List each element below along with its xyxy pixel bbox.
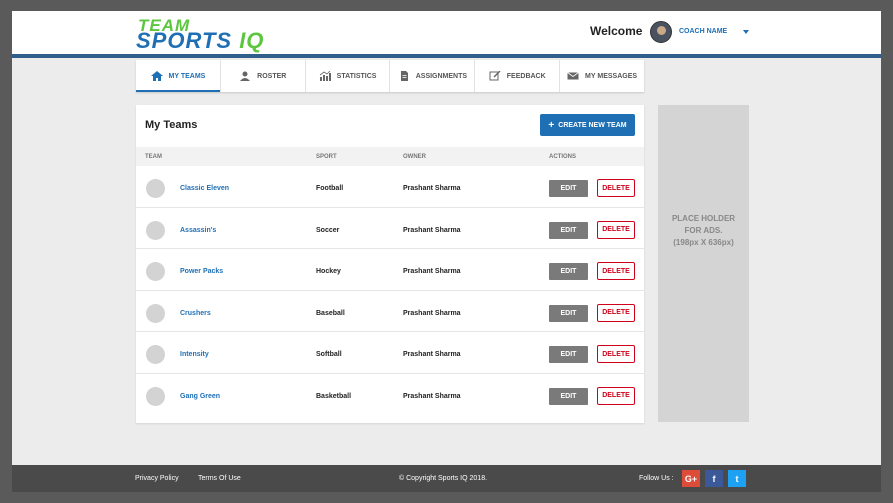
tab-label: MY TEAMS — [168, 72, 206, 80]
main-nav: MY TEAMS ROSTER STATISTICS ASSIGNMENTS F… — [136, 60, 644, 92]
chart-icon — [319, 71, 331, 81]
team-sport: Hockey — [316, 268, 341, 276]
team-sport: Football — [316, 185, 344, 192]
user-name[interactable]: COACH NAME — [679, 28, 727, 35]
table-row: Gang Green Basketball Prashant Sharma ED… — [136, 374, 644, 416]
logo-sports: SPORTS — [136, 28, 233, 53]
tab-my-messages[interactable]: MY MESSAGES — [560, 60, 644, 92]
header-divider — [12, 54, 881, 58]
ad-line-2: FOR ADS. — [684, 226, 723, 235]
twitter-icon[interactable]: t — [728, 470, 746, 487]
plus-icon: + — [548, 119, 555, 131]
delete-button[interactable]: DELETE — [597, 345, 635, 364]
team-name-link[interactable]: Gang Green — [180, 393, 220, 400]
envelope-icon — [567, 72, 579, 80]
delete-button[interactable]: DELETE — [597, 303, 635, 322]
team-owner: Prashant Sharma — [403, 309, 461, 317]
create-team-button[interactable]: + CREATE NEW TEAM — [540, 114, 635, 136]
logo-sports-iq: SPORTS IQ — [136, 30, 264, 52]
team-sport: Basketball — [316, 392, 352, 400]
table-row: Intensity Softball Prashant Sharma EDIT … — [136, 332, 644, 374]
column-team: TEAM — [145, 154, 162, 160]
team-name-link[interactable]: Classic Eleven — [180, 185, 229, 192]
table-row: Classic Eleven Football Prashant Sharma … — [136, 166, 644, 208]
welcome-text: Welcome — [590, 24, 643, 38]
team-avatar — [146, 179, 165, 198]
follow-us-label: Follow Us : — [639, 475, 674, 482]
team-owner: Prashant Sharma — [403, 268, 461, 276]
page-title: My Teams — [145, 119, 198, 131]
team-avatar — [146, 220, 165, 240]
team-owner: Prashant Sharma — [403, 226, 461, 234]
terms-of-use-link[interactable]: Terms Of Use — [198, 475, 241, 482]
document-icon — [400, 71, 408, 81]
table-header: TEAM SPORT OWNER ACTIONS — [136, 147, 644, 166]
tab-label: STATISTICS — [336, 72, 377, 80]
tab-label: ASSIGNMENTS — [415, 72, 468, 80]
delete-button[interactable]: DELETE — [597, 179, 635, 197]
team-avatar — [146, 345, 165, 365]
team-sport: Soccer — [316, 226, 340, 234]
team-name-link[interactable]: Assassin's — [180, 227, 216, 234]
column-sport: SPORT — [316, 154, 337, 160]
chevron-down-icon[interactable] — [743, 30, 749, 34]
home-icon — [150, 71, 163, 81]
team-owner: Prashant Sharma — [403, 185, 461, 192]
team-avatar — [146, 262, 165, 282]
team-name-link[interactable]: Power Packs — [180, 268, 223, 275]
tab-label: MY MESSAGES — [585, 72, 638, 80]
table-row: Assassin's Soccer Prashant Sharma EDIT D… — [136, 208, 644, 250]
app-frame: TEAM SPORTS IQ Welcome COACH NAME MY TEA… — [12, 11, 881, 492]
ad-line-3: (198px X 636px) — [673, 238, 734, 247]
tab-label: FEEDBACK — [506, 72, 546, 80]
ad-placeholder: PLACE HOLDER FOR ADS. (198px X 636px) — [658, 105, 749, 422]
ad-placeholder-text: PLACE HOLDER FOR ADS. (198px X 636px) — [658, 213, 749, 249]
edit-button[interactable]: EDIT — [549, 346, 588, 364]
tab-my-teams[interactable]: MY TEAMS — [136, 60, 221, 92]
edit-button[interactable]: EDIT — [549, 304, 588, 322]
team-sport: Baseball — [316, 309, 345, 317]
tab-feedback[interactable]: FEEDBACK — [475, 60, 561, 92]
team-owner: Prashant Sharma — [403, 392, 461, 400]
team-owner: Prashant Sharma — [403, 351, 461, 359]
edit-button[interactable]: EDIT — [549, 221, 588, 239]
my-teams-panel: My Teams + CREATE NEW TEAM TEAM SPORT OW… — [136, 105, 644, 423]
delete-button[interactable]: DELETE — [597, 220, 635, 239]
privacy-policy-link[interactable]: Privacy Policy — [135, 475, 179, 482]
facebook-icon[interactable]: f — [705, 470, 723, 487]
edit-button[interactable]: EDIT — [549, 263, 588, 281]
column-actions: ACTIONS — [549, 154, 576, 160]
user-icon — [240, 71, 251, 81]
table-row: Power Packs Hockey Prashant Sharma EDIT … — [136, 249, 644, 291]
header: TEAM SPORTS IQ Welcome COACH NAME — [12, 11, 881, 54]
table-row: Crushers Baseball Prashant Sharma EDIT D… — [136, 291, 644, 333]
column-owner: OWNER — [403, 154, 426, 160]
copyright-text: © Copyright Sports IQ 2018. — [399, 475, 488, 482]
google-plus-icon[interactable]: G+ — [682, 470, 700, 487]
ad-line-1: PLACE HOLDER — [671, 214, 736, 223]
tab-assignments[interactable]: ASSIGNMENTS — [390, 60, 476, 92]
tab-statistics[interactable]: STATISTICS — [306, 60, 391, 92]
team-name-link[interactable]: Crushers — [180, 310, 211, 317]
logo[interactable]: TEAM SPORTS IQ — [136, 17, 286, 52]
edit-icon — [489, 71, 501, 81]
team-avatar — [146, 303, 165, 323]
team-name-link[interactable]: Intensity — [180, 351, 209, 358]
team-sport: Softball — [316, 351, 342, 359]
teams-table: Classic Eleven Football Prashant Sharma … — [136, 166, 644, 416]
logo-iq: IQ — [239, 28, 265, 53]
delete-button[interactable]: DELETE — [597, 386, 635, 405]
footer: Privacy Policy Terms Of Use © Copyright … — [12, 465, 881, 492]
avatar[interactable] — [650, 21, 672, 43]
tab-roster[interactable]: ROSTER — [221, 60, 306, 92]
delete-button[interactable]: DELETE — [597, 262, 635, 281]
edit-button[interactable]: EDIT — [549, 387, 588, 405]
team-avatar — [146, 386, 165, 406]
create-team-label: CREATE NEW TEAM — [558, 121, 627, 129]
tab-label: ROSTER — [257, 72, 287, 80]
edit-button[interactable]: EDIT — [549, 180, 588, 197]
